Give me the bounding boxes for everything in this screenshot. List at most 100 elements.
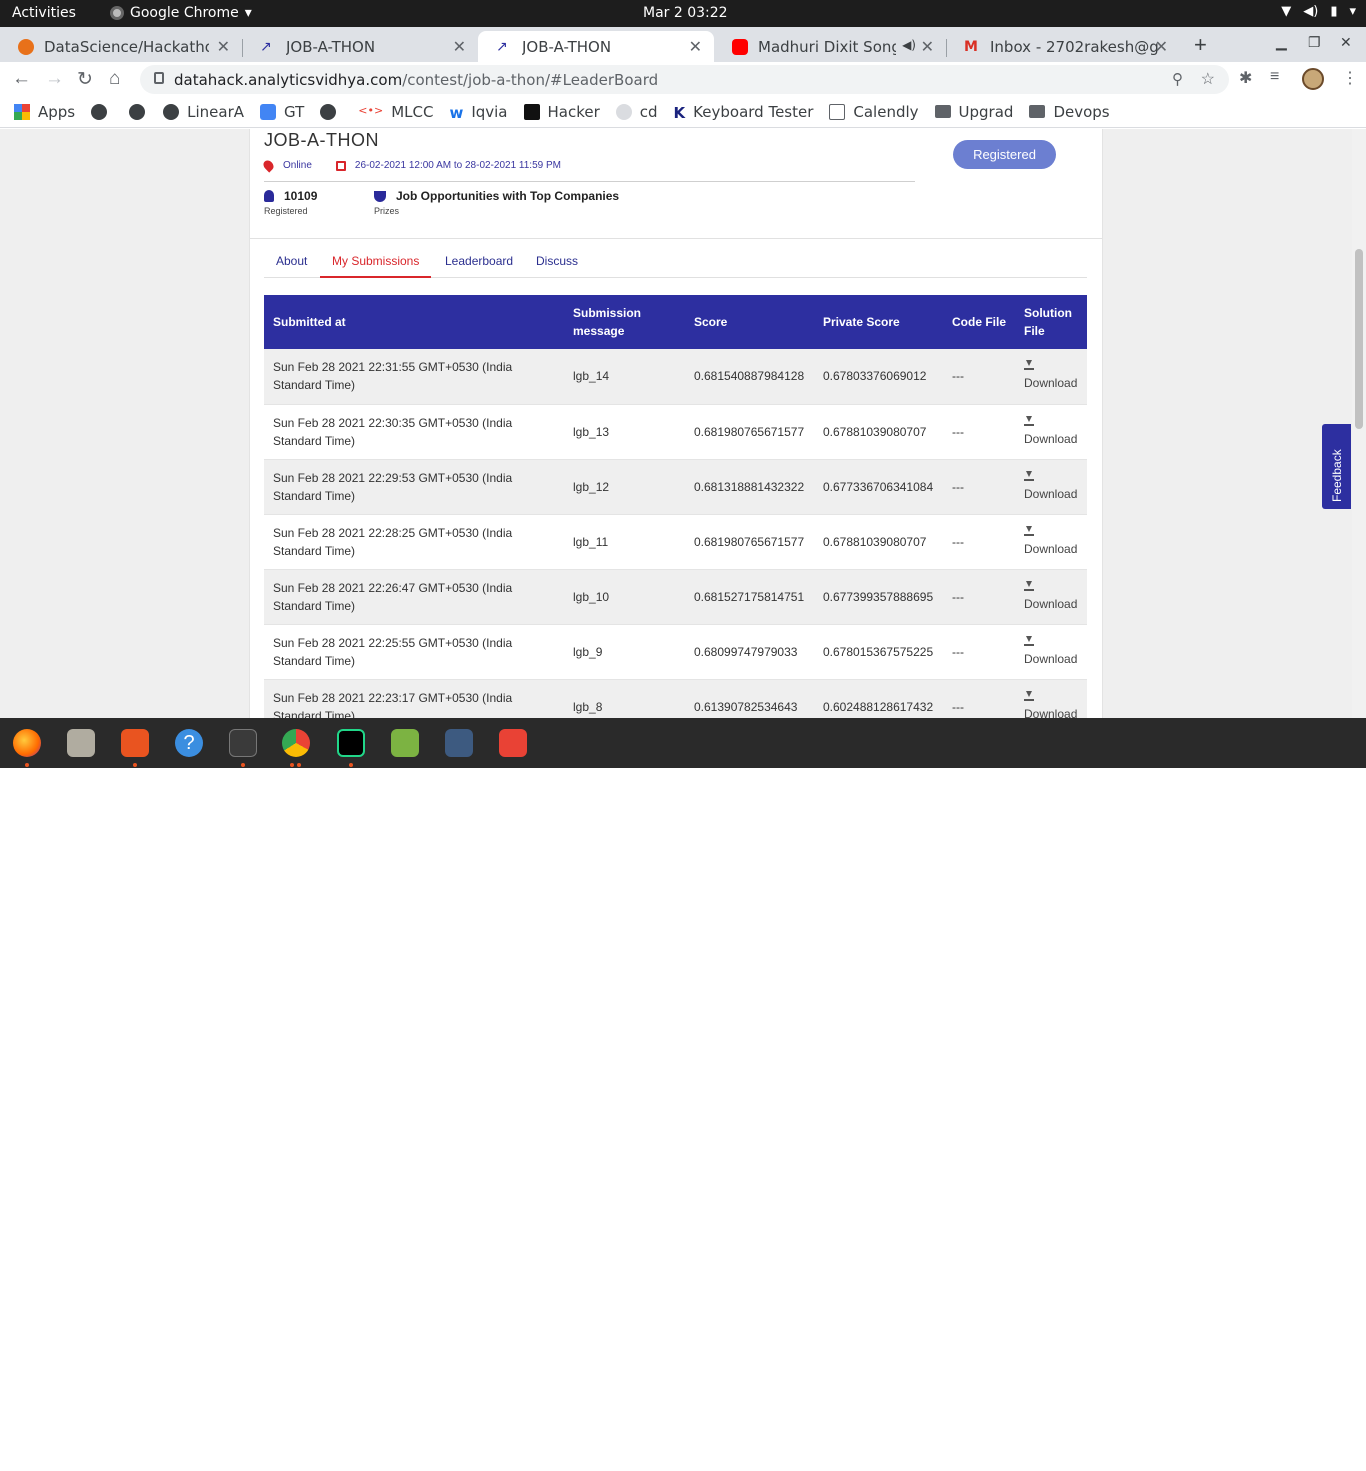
battery-icon: ▮ [1330,4,1338,19]
download-link[interactable]: Download [1015,459,1087,514]
close-icon[interactable]: ✕ [217,37,230,56]
pycharm-icon[interactable] [337,729,365,757]
app-menu[interactable]: Google Chrome ▾ [110,5,252,21]
maximize-icon[interactable]: ❐ [1308,34,1321,51]
trend-icon: ↗ [260,38,272,55]
prize-label: Prizes [374,206,400,216]
chrome-icon[interactable] [282,729,310,757]
score: 0.681980765671577 [694,534,805,549]
download-link[interactable]: Download [1015,514,1087,569]
trend-icon: ↗ [496,38,508,55]
image-viewer-icon[interactable] [391,729,419,757]
contest-title: JOB-A-THON [264,130,379,150]
terminal-icon[interactable] [229,729,257,757]
tab-leaderboard[interactable]: Leaderboard [445,254,513,276]
activities-button[interactable]: Activities [12,5,76,21]
reload-icon[interactable]: ↻ [77,68,93,91]
download-link[interactable]: Download [1015,404,1087,459]
location-pin-icon [261,158,276,173]
bookmark-globe[interactable] [129,103,153,120]
bookmark-globe[interactable] [91,103,115,120]
show-apps-grid-icon[interactable] [1328,1451,1348,1471]
close-icon[interactable]: ✕ [921,37,934,56]
bookmark-apps[interactable]: Apps [14,103,75,121]
back-arrow-icon[interactable]: ← [12,68,31,90]
tab-discuss[interactable]: Discuss [536,254,578,276]
bookmark-star-icon[interactable]: ☆ [1201,69,1215,89]
system-monitor-icon[interactable] [445,729,473,757]
zoom-icon[interactable]: ⚲ [1172,70,1183,88]
system-tray[interactable]: ▼ ◀) ▮ ▾ [1281,4,1356,19]
download-link[interactable]: Download [1015,569,1087,624]
bookmark-keyboard-tester[interactable]: K Keyboard Tester [673,103,814,122]
download-link[interactable]: Download [1015,349,1087,404]
score: 0.68099747979033 [694,644,798,659]
column-header: Private Score [823,315,900,329]
minimize-icon[interactable]: ▁ [1276,34,1287,51]
browser-tab[interactable]: Madhuri Dixit Songs - ◀) ✕ [714,31,947,62]
bookmark-lineara[interactable]: LinearA [163,103,244,121]
prize-text: Job Opportunities with Top Companies [396,189,620,203]
menu-dots-icon[interactable]: ⋮ [1342,68,1358,88]
bookmark-iqvia[interactable]: w Iqvia [449,103,507,122]
audio-icon[interactable]: ◀) [902,38,916,52]
trophy-icon [374,190,386,202]
globe-icon [163,103,180,120]
tab-title: Madhuri Dixit Songs - [758,37,896,56]
forward-arrow-icon[interactable]: → [45,68,64,90]
code-icon: <•> [358,103,384,117]
anydesk-icon[interactable] [499,729,527,757]
download-link[interactable]: Download [1015,679,1087,718]
software-icon[interactable] [121,729,149,757]
help-icon[interactable]: ? [175,729,203,757]
globe-icon [320,103,337,120]
bookmark-calendly[interactable]: Calendly [829,103,919,121]
new-tab-button[interactable]: + [1194,32,1207,58]
code-file: --- [952,644,964,659]
bookmark-mlcc[interactable]: <•> MLCC [358,103,433,121]
browser-tab[interactable]: ↗ JOB-A-THON ✕ [242,31,478,62]
tab-about[interactable]: About [276,254,307,276]
bookmark-gt[interactable]: GT [260,103,304,121]
close-icon[interactable]: ✕ [453,37,466,56]
clock[interactable]: Mar 2 03:22 [643,5,728,21]
profile-avatar[interactable] [1302,68,1324,90]
bookmark-label: GT [284,102,305,121]
extensions-icon[interactable]: ✱ [1239,68,1252,88]
browser-tab[interactable]: M Inbox - 2702rakesh@gma ✕ [946,31,1180,62]
submitted-at: Sun Feb 28 2021 22:31:55 GMT+0530 (India… [273,360,513,393]
browser-tab[interactable]: DataScience/Hackathon/ ✕ [0,31,243,62]
bookmark-hacker[interactable]: Hacker [523,103,600,121]
media-control-icon[interactable]: ≡ [1270,68,1279,86]
contest-meta: Online 26-02-2021 12:00 AM to 28-02-2021… [261,158,561,173]
bookmark-upgrad[interactable]: Upgrad [934,103,1013,121]
bookmark-globe[interactable] [320,103,344,120]
registered-button[interactable]: Registered [953,140,1056,169]
close-icon[interactable]: ✕ [1155,37,1168,56]
browser-tab-active[interactable]: ↗ JOB-A-THON ✕ [478,31,714,62]
address-bar[interactable]: datahack.analyticsvidhya.com/contest/job… [140,65,1229,94]
tab-my-submissions[interactable]: My Submissions [320,254,432,278]
volume-icon: ◀) [1303,4,1319,19]
lock-icon [154,72,164,84]
column-header: Submission message [573,306,642,338]
page-scrollbar[interactable] [1352,129,1366,718]
close-window-icon[interactable]: ✕ [1340,34,1352,51]
home-icon[interactable]: ⌂ [109,68,120,90]
system-top-bar: Activities Google Chrome ▾ Mar 2 03:22 ▼… [0,0,1366,27]
table-row: Sun Feb 28 2021 22:26:47 GMT+0530 (India… [264,569,1087,624]
bookmark-label: Apps [38,102,76,121]
bookmark-label: LinearA [187,102,245,121]
scrollbar-thumb[interactable] [1355,249,1363,429]
submitted-at: Sun Feb 28 2021 22:23:17 GMT+0530 (India… [273,690,513,719]
feedback-button[interactable]: Feedback [1322,424,1351,509]
firefox-icon[interactable] [13,729,41,757]
files-icon[interactable] [67,729,95,757]
download-icon [1024,690,1034,701]
close-icon[interactable]: ✕ [689,37,702,56]
k-icon: K [673,103,686,122]
bookmark-cd[interactable]: cd [615,103,658,121]
youtube-icon [732,38,748,55]
bookmark-devops[interactable]: Devops [1029,103,1110,121]
download-link[interactable]: Download [1015,624,1087,679]
